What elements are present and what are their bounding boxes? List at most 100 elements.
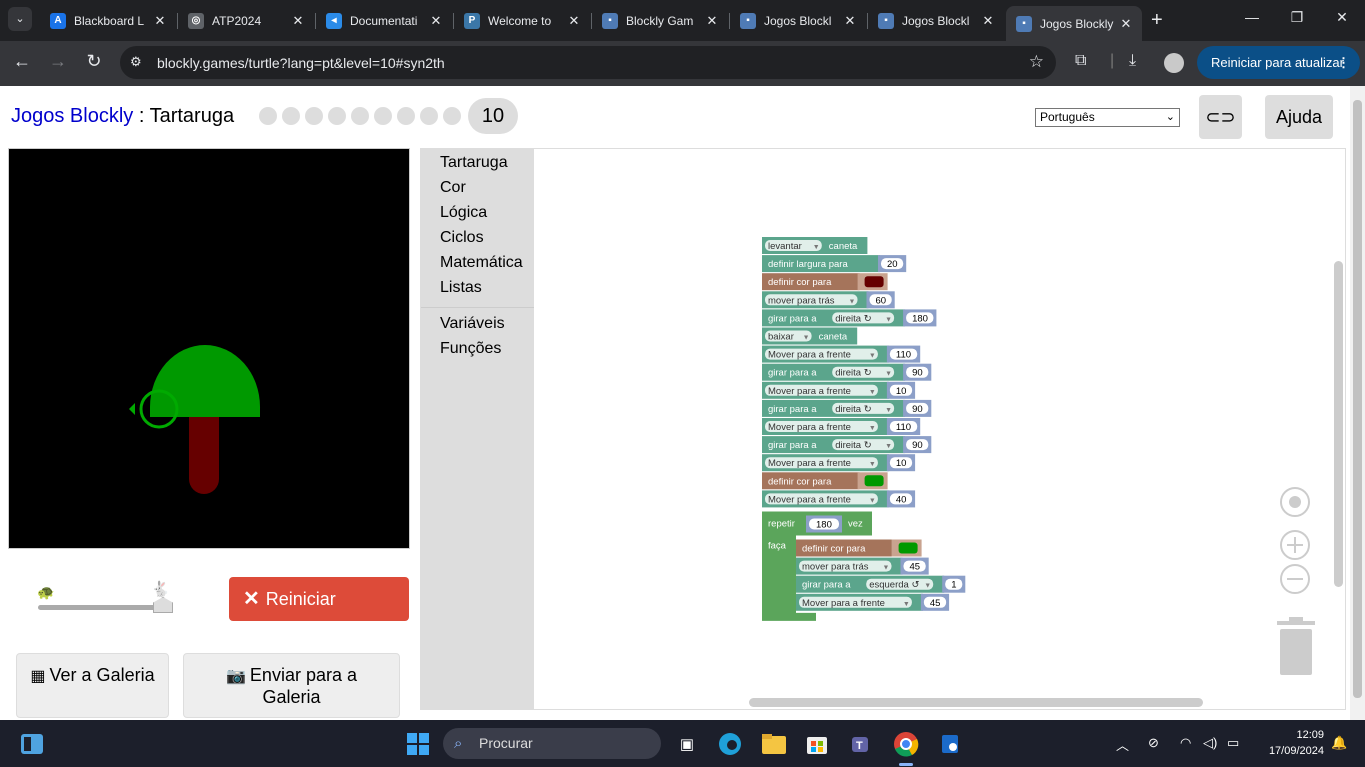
code-block[interactable]: Mover para a frente ▼ 110 [762,418,921,435]
code-block[interactable]: Mover para a frente ▼ 40 [762,490,916,508]
close-window-button[interactable]: ✕ [1319,9,1365,26]
level-dot-5[interactable] [351,107,369,125]
tab-close-icon[interactable]: ✕ [704,13,720,29]
level-dot-4[interactable] [328,107,346,125]
chrome-icon[interactable] [892,730,920,758]
color-swatch[interactable] [864,475,884,487]
help-button[interactable]: Ajuda [1265,95,1333,139]
level-dot-1[interactable] [259,107,277,125]
notification-bell-icon[interactable]: 🔔 [1331,735,1347,751]
network-off-icon[interactable]: ⊘ [1148,735,1159,751]
code-block[interactable]: Mover para a frente ▼ 45 [796,593,950,611]
language-select[interactable]: Português ⌄ [1035,108,1180,127]
system-clock[interactable]: 12:09 17/09/2024 [1258,727,1324,759]
tab-close-icon[interactable]: ✕ [1118,16,1134,32]
browser-tab[interactable]: ◂ Documentati ✕ [316,6,452,35]
code-block[interactable]: definir cor para [796,539,922,557]
code-block[interactable]: girar para a direita ↻ ▼ 90 [762,436,932,454]
settings-app-icon[interactable] [936,730,964,758]
workspace-horizontal-scrollbar[interactable] [749,698,1203,707]
browser-tab[interactable]: P Welcome to ✕ [454,6,590,35]
view-gallery-button[interactable]: ▦ Ver a Galeria [16,653,169,718]
browser-tab[interactable]: ◎ ATP2024 ✕ [178,6,314,35]
store-icon[interactable] [803,730,831,758]
code-block[interactable]: mover para trás ▼ 45 [796,557,929,575]
home-link[interactable]: Jogos Blockly [11,105,133,127]
link-button[interactable]: ⊂⊃ [1199,95,1242,139]
battery-icon[interactable]: ▭ [1227,735,1239,751]
level-dot-3[interactable] [305,107,323,125]
tab-close-icon[interactable]: ✕ [980,13,996,29]
profile-avatar[interactable] [1164,53,1184,73]
download-icon[interactable]: ⤓ [1129,52,1136,70]
browser-tab[interactable]: ▪ Blockly Gam ✕ [592,6,728,35]
code-block[interactable]: Mover para a frente ▼ 110 [762,345,921,363]
current-level-badge[interactable]: 10 [468,98,518,134]
level-dot-8[interactable] [420,107,438,125]
minimize-button[interactable]: — [1229,9,1275,25]
taskbar-search[interactable]: ⌕ Procurar [443,728,661,759]
code-block[interactable]: girar para a direita ↻ ▼ 90 [762,399,932,417]
level-dot-9[interactable] [443,107,461,125]
level-dot-2[interactable] [282,107,300,125]
workspace-vertical-scrollbar[interactable] [1334,261,1343,587]
widgets-icon[interactable] [18,730,46,758]
recenter-icon[interactable] [1280,487,1310,517]
start-icon[interactable] [404,730,432,758]
code-block[interactable]: definir cor para [762,273,888,291]
file-explorer-icon[interactable] [760,730,788,758]
page-scrollbar-thumb[interactable] [1353,100,1362,698]
back-icon[interactable]: ← [10,51,34,72]
extensions-icon[interactable]: ⧉ [1075,52,1086,70]
address-bar[interactable]: ⚙ blockly.games/turtle?lang=pt&level=10#… [120,46,1056,79]
slider-track[interactable] [38,605,164,610]
code-block[interactable]: definir largura para 20 [762,255,907,273]
new-tab-button[interactable]: + [1151,9,1163,32]
speed-slider[interactable]: 🐢 🐇 [34,581,179,624]
tab-close-icon[interactable]: ✕ [290,13,306,29]
tab-close-icon[interactable]: ✕ [566,13,582,29]
code-block[interactable]: girar para a direita ↻ ▼ 180 [762,309,937,327]
volume-icon[interactable]: ◁) [1203,735,1217,751]
color-swatch[interactable] [898,542,918,554]
tray-chevron-up-icon[interactable]: ︿ [1116,735,1129,754]
url-text[interactable]: blockly.games/turtle?lang=pt&level=10#sy… [157,55,445,71]
block-canvas[interactable]: levantar ▼ canetadefinir largura para 20def… [421,149,1346,710]
browser-tab[interactable]: ▪ Jogos Blockl ✕ [730,6,866,35]
code-block[interactable]: girar para a direita ↻ ▼ 90 [762,363,932,381]
tab-close-icon[interactable]: ✕ [152,13,168,29]
code-block[interactable]: definir cor para [762,472,888,490]
code-block[interactable]: baixar ▼ caneta [762,327,858,345]
page-scrollbar[interactable] [1350,86,1365,720]
reset-button[interactable]: ✕ Reiniciar [229,577,409,621]
tab-search-button[interactable]: ⌄ [8,7,32,31]
tab-close-icon[interactable]: ✕ [428,13,444,29]
menu-dots-icon[interactable]: ⋮ [1337,46,1350,79]
reload-icon[interactable]: ↻ [82,51,106,72]
task-view-icon[interactable]: ▣ [673,730,701,758]
level-dot-7[interactable] [397,107,415,125]
slider-knob[interactable] [153,597,173,613]
level-dot-6[interactable] [374,107,392,125]
zoom-out-icon[interactable] [1280,564,1310,594]
trash-icon[interactable] [1277,617,1315,675]
submit-gallery-button[interactable]: 📷 Enviar para a Galeria [183,653,400,718]
restore-button[interactable]: ❐ [1274,9,1320,26]
blockly-workspace[interactable]: Tartaruga Cor Lógica Ciclos Matemática Listas… [420,148,1346,710]
forward-icon[interactable]: → [46,51,70,72]
code-block[interactable]: Mover para a frente ▼ 10 [762,381,916,399]
update-button[interactable]: Reiniciar para atualizar ⋮ [1197,46,1360,79]
wifi-icon[interactable]: ◠ [1180,735,1191,751]
code-block[interactable]: Mover para a frente ▼ 10 [762,454,916,472]
teams-icon[interactable]: T [847,730,875,758]
edge-icon[interactable] [716,730,744,758]
browser-tab[interactable]: A Blackboard L ✕ [40,6,176,35]
code-block[interactable]: levantar ▼ caneta [762,237,868,254]
code-block[interactable]: mover para trás ▼ 60 [762,291,895,309]
browser-tab[interactable]: ▪ Jogos Blockl ✕ [868,6,1004,35]
site-settings-icon[interactable]: ⚙ [130,54,142,70]
color-swatch[interactable] [864,276,884,288]
zoom-in-icon[interactable] [1280,530,1310,560]
browser-tab[interactable]: ▪ Jogos Blockly ✕ [1006,6,1142,41]
bookmark-star-icon[interactable]: ☆ [1029,52,1044,72]
